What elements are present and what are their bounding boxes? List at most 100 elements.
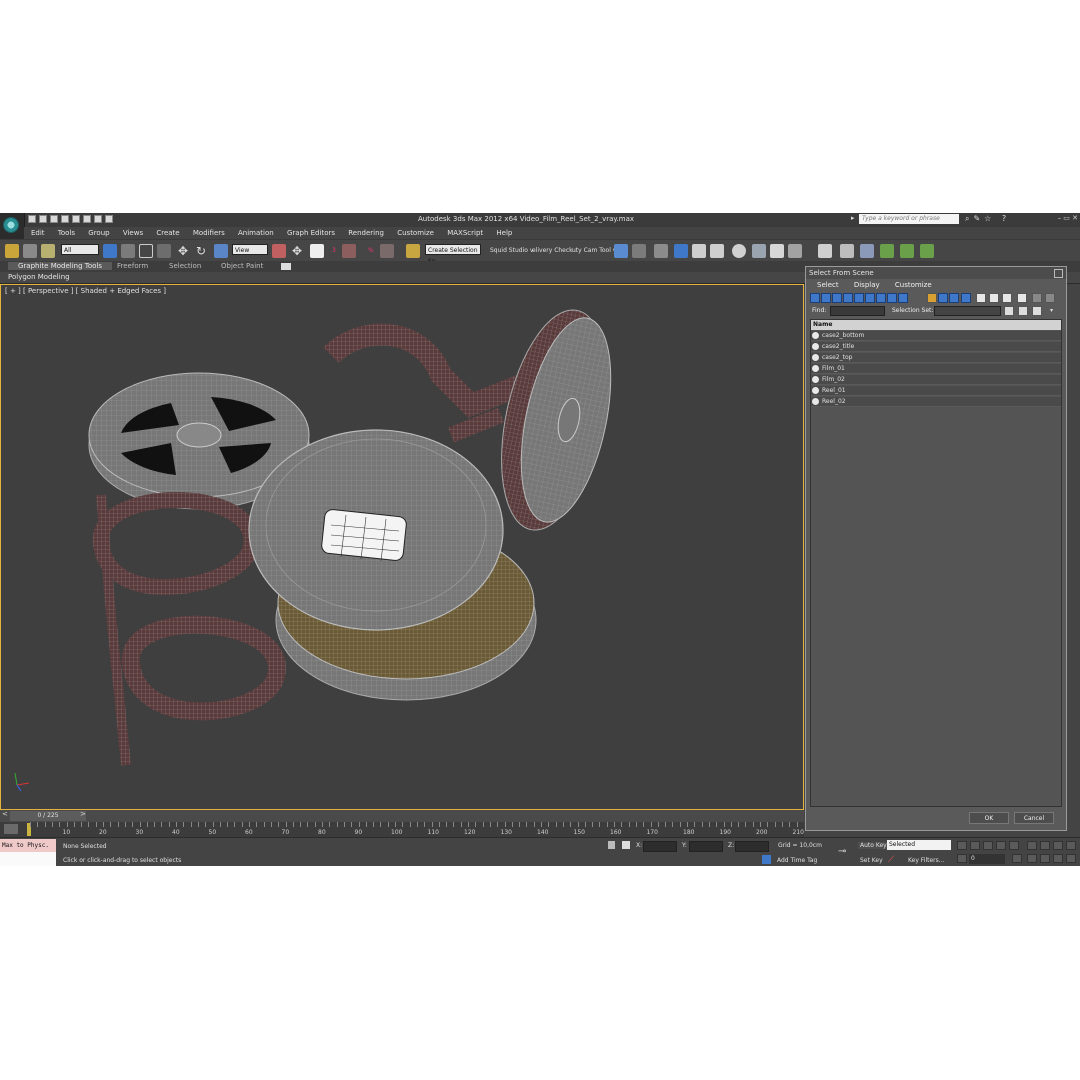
fetch-icon[interactable] <box>94 215 102 223</box>
window-controls[interactable]: – ▭ ✕ <box>1058 214 1078 222</box>
script-tool-icon-2[interactable] <box>900 244 914 258</box>
find-input[interactable] <box>830 306 885 316</box>
absolute-mode-icon[interactable] <box>622 841 630 849</box>
schematic-view-icon[interactable] <box>710 244 724 258</box>
hold-icon[interactable] <box>83 215 91 223</box>
select-by-name-icon[interactable] <box>121 244 135 258</box>
display-groups-icon[interactable] <box>876 293 886 303</box>
reference-coord-dropdown[interactable]: View <box>232 244 268 255</box>
script-tool-icon-3[interactable] <box>920 244 934 258</box>
menu-create[interactable]: Create <box>156 227 179 239</box>
display-bones-icon[interactable] <box>898 293 908 303</box>
mini-curve-editor-icon[interactable] <box>4 824 18 834</box>
display-cameras-icon[interactable] <box>843 293 853 303</box>
name-column-header[interactable]: Name <box>811 320 1061 330</box>
menu-rendering[interactable]: Rendering <box>348 227 384 239</box>
list-view-icon[interactable] <box>976 293 986 303</box>
time-slider-thumb[interactable]: 0 / 225 <box>10 811 86 821</box>
list-item[interactable]: Reel_02 <box>811 397 1061 407</box>
key-filters-button[interactable]: Key Filters... <box>908 857 945 864</box>
move-icon[interactable]: ✥ <box>178 244 192 258</box>
percent-snap-icon[interactable]: % <box>368 247 374 254</box>
goto-start-icon[interactable] <box>957 841 967 850</box>
zoom-icon[interactable] <box>1027 841 1037 850</box>
bind-spacewarp-icon[interactable] <box>41 244 55 258</box>
vray-lights-icon[interactable] <box>840 244 854 258</box>
z-coordinate-field[interactable] <box>735 841 769 852</box>
open-file-icon[interactable] <box>39 215 47 223</box>
script-tool-icon-1[interactable] <box>880 244 894 258</box>
key-mode-toggle-icon[interactable] <box>957 854 967 863</box>
y-coordinate-field[interactable] <box>689 841 723 852</box>
select-manipulate-icon[interactable]: ✥ <box>292 244 306 258</box>
rendered-frame-icon[interactable] <box>770 244 784 258</box>
select-link-icon[interactable] <box>5 244 19 258</box>
x-coordinate-field[interactable] <box>643 841 677 852</box>
pan-view-icon[interactable] <box>1040 854 1050 863</box>
infocenter-icons[interactable]: ⌕✎☆ ? <box>965 214 1010 224</box>
new-file-icon[interactable] <box>28 215 36 223</box>
scale-icon[interactable] <box>214 244 228 258</box>
display-xrefs-icon[interactable] <box>887 293 897 303</box>
pivot-center-icon[interactable] <box>272 244 286 258</box>
time-slider-next[interactable]: > <box>80 810 86 818</box>
current-frame-field[interactable]: 0 <box>969 854 1005 864</box>
tab-graphite-modeling-tools[interactable]: Graphite Modeling Tools <box>8 262 113 270</box>
tab-freeform[interactable]: Freeform <box>117 262 148 270</box>
menu-customize[interactable]: Customize <box>397 227 434 239</box>
mirror-icon[interactable] <box>614 244 628 258</box>
project-icon[interactable] <box>105 215 113 223</box>
list-item[interactable]: Film_02 <box>811 375 1061 385</box>
maxscript-output[interactable] <box>0 852 56 866</box>
scene-object-list[interactable]: Name case2_bottom case2_title case2_top … <box>810 319 1062 807</box>
maximize-viewport-icon[interactable] <box>1066 854 1076 863</box>
search-input[interactable]: Type a keyword or phrase <box>859 214 959 224</box>
polygon-modeling-label[interactable]: Polygon Modeling <box>8 273 70 281</box>
display-lights-icon[interactable] <box>832 293 842 303</box>
key-mode-dropdown[interactable]: Selected <box>887 840 951 850</box>
list-item[interactable]: case2_title <box>811 342 1061 352</box>
search-arrow-icon[interactable]: ▸ <box>851 214 855 222</box>
redo-icon[interactable] <box>72 215 80 223</box>
zoom-all-icon[interactable] <box>1040 841 1050 850</box>
maxscript-listener[interactable]: Max to Physc. <box>0 839 56 852</box>
zoom-extents-icon[interactable] <box>1053 841 1063 850</box>
menu-help[interactable]: Help <box>496 227 512 239</box>
select-all-icon[interactable] <box>1017 293 1027 303</box>
utility-cam-tool[interactable]: uty Cam Tool v <box>572 247 616 254</box>
selection-set-edit-icon[interactable] <box>1032 306 1042 316</box>
time-slider[interactable]: < 0 / 225 > <box>0 810 804 822</box>
menu-tools[interactable]: Tools <box>58 227 75 239</box>
display-geometry-icon[interactable] <box>810 293 820 303</box>
vray-frame-buffer-icon[interactable] <box>818 244 832 258</box>
play-icon[interactable] <box>983 841 993 850</box>
menu-animation[interactable]: Animation <box>238 227 274 239</box>
selection-filter-dropdown[interactable]: All <box>61 244 99 255</box>
key-icon[interactable]: ⊸ <box>838 846 846 857</box>
menu-views[interactable]: Views <box>123 227 143 239</box>
window-crossing-icon[interactable] <box>157 244 171 258</box>
select-object-icon[interactable] <box>103 244 117 258</box>
selection-set-add-icon[interactable] <box>1004 306 1014 316</box>
perspective-viewport[interactable]: [ + ] [ Perspective ] [ Shaded + Edged F… <box>0 284 804 810</box>
dialog-menu-display[interactable]: Display <box>854 279 880 291</box>
field-of-view-icon[interactable] <box>1027 854 1037 863</box>
selection-set-dropdown[interactable] <box>934 306 1001 316</box>
undo-icon[interactable] <box>61 215 69 223</box>
menu-maxscript[interactable]: MAXScript <box>447 227 483 239</box>
close-icon[interactable] <box>1054 269 1063 278</box>
align-icon[interactable] <box>632 244 646 258</box>
list-item[interactable]: Film_01 <box>811 364 1061 374</box>
rotate-icon[interactable]: ↻ <box>196 244 210 258</box>
cancel-button[interactable]: Cancel <box>1014 812 1054 824</box>
lock-selection-icon[interactable] <box>608 841 615 849</box>
auto-key-button[interactable]: Auto Key <box>858 842 889 849</box>
list-item[interactable]: case2_top <box>811 353 1061 363</box>
next-frame-icon[interactable] <box>996 841 1006 850</box>
snap-toggle-icon[interactable]: 3 <box>332 247 336 254</box>
hierarchy-view-icon[interactable] <box>989 293 999 303</box>
set-key-button[interactable]: Set Key <box>860 857 883 864</box>
render-production-icon[interactable] <box>788 244 802 258</box>
collapse-arrow-icon[interactable]: ▾ <box>1050 307 1053 314</box>
display-none-icon[interactable] <box>927 293 937 303</box>
